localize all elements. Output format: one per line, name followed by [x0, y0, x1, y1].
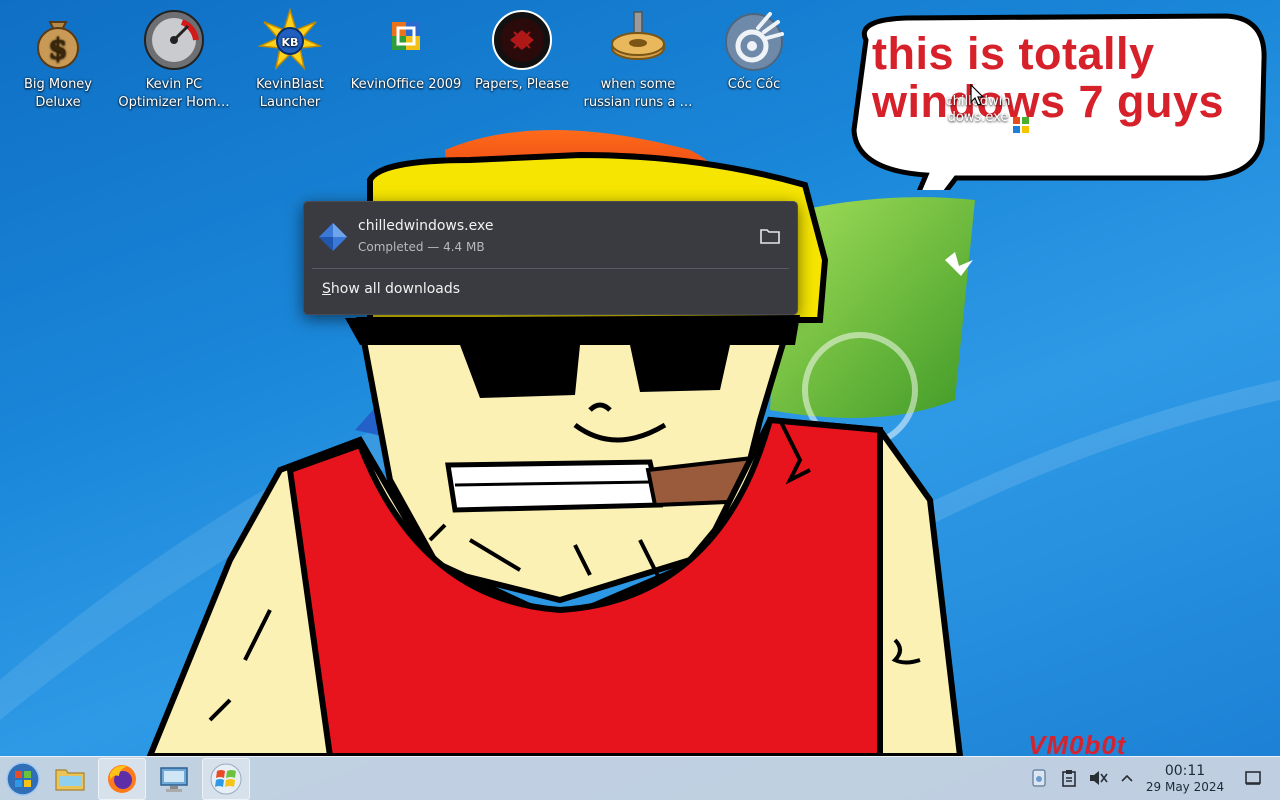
- windows-logo-icon: [210, 763, 242, 795]
- taskbar-file-manager[interactable]: [46, 758, 94, 800]
- download-status: Completed — 4.4 MB: [358, 240, 485, 254]
- mouse-cursor-icon: [970, 84, 984, 106]
- computer-icon: [160, 767, 188, 792]
- desktop: $ Big Money Deluxe Kevin PC Optimizer Ho…: [0, 0, 1280, 756]
- blast-star-icon: KB: [258, 8, 322, 71]
- desktop-icon-russian-runs[interactable]: when some russian runs a …: [580, 8, 696, 112]
- desktop-icon-kevinblast-launcher[interactable]: KB KevinBlast Launcher: [232, 8, 348, 112]
- desktop-icon-label: KevinOffice 2009: [350, 77, 462, 92]
- open-folder-icon[interactable]: [759, 226, 781, 246]
- coccoc-browser-icon: [725, 12, 784, 71]
- start-button[interactable]: [0, 758, 46, 800]
- windows-orb-icon: [6, 762, 40, 796]
- downloads-popup: chilledwindows.exe Completed — 4.4 MB Sh…: [303, 201, 798, 315]
- clock[interactable]: 00:11 29 May 2024: [1140, 763, 1230, 795]
- diamond-file-icon: [319, 223, 347, 251]
- download-file-name: chilledwindows.exe: [358, 218, 494, 234]
- speech-line-1: this is totally: [872, 28, 1155, 79]
- tray-clipboard[interactable]: [1058, 767, 1080, 789]
- folder-icon: [55, 769, 85, 791]
- desktop-icon-label: KevinBlast Launcher: [256, 77, 324, 110]
- desktop-icon-kevinoffice-2009[interactable]: KevinOffice 2009: [348, 8, 464, 94]
- desktop-icon-label: Kevin PC Optimizer Hom…: [118, 77, 230, 110]
- popup-divider: [312, 268, 789, 269]
- svg-text:KB: KB: [282, 36, 299, 49]
- office-icon: [392, 22, 420, 50]
- desktop-icon-label: Papers, Please: [474, 77, 570, 92]
- firefox-icon: [108, 765, 136, 793]
- desktop-icon-label: Big Money Deluxe: [23, 77, 92, 110]
- speech-line-2: windows 7 guys: [872, 76, 1225, 127]
- desktop-icon-label: Cốc Cốc: [727, 77, 781, 92]
- watermark: VM0b0t: [1028, 730, 1127, 756]
- papers-please-icon: [492, 10, 552, 70]
- desktop-icon-coc-coc[interactable]: Cốc Cốc: [696, 8, 812, 94]
- speech-bubble-text: this is totally windows 7 guys: [872, 30, 1252, 126]
- desktop-icons: $ Big Money Deluxe Kevin PC Optimizer Ho…: [0, 0, 800, 120]
- tray-volume[interactable]: [1087, 767, 1109, 789]
- desktop-icon-kevin-pc-optimizer[interactable]: Kevin PC Optimizer Hom…: [116, 8, 232, 112]
- clock-date: 29 May 2024: [1145, 780, 1225, 794]
- desktop-icon-papers-please[interactable]: Papers, Please: [464, 8, 580, 94]
- clipboard-icon: [1062, 770, 1076, 787]
- taskbar-chilledwindows[interactable]: [202, 758, 250, 800]
- taskbar-system-settings[interactable]: [150, 758, 198, 800]
- speedometer-icon: [144, 10, 204, 70]
- tray-updater[interactable]: [1028, 767, 1050, 789]
- volume-muted-icon: [1090, 771, 1108, 785]
- taskbar-firefox[interactable]: [98, 758, 146, 800]
- desktop-icon-label: when some russian runs a …: [583, 77, 693, 110]
- show-desktop-icon: [1245, 771, 1261, 785]
- svg-text:$: $: [48, 32, 67, 65]
- tray-expand[interactable]: [1116, 767, 1138, 789]
- update-notifier-icon: [1032, 769, 1046, 787]
- download-item[interactable]: chilledwindows.exe Completed — 4.4 MB: [304, 202, 797, 268]
- exe-file-icon: [1013, 117, 1029, 133]
- show-all-downloads-button[interactable]: Show all downloads: [322, 281, 460, 297]
- gear-icon: [611, 11, 665, 60]
- show-desktop-button[interactable]: [1242, 767, 1264, 789]
- clock-time: 00:11: [1164, 763, 1206, 779]
- money-bag-icon: $: [37, 21, 79, 69]
- taskbar: 00:11 29 May 2024: [0, 756, 1280, 800]
- desktop-icon-big-money-deluxe[interactable]: $ Big Money Deluxe: [0, 8, 116, 112]
- chevron-up-icon: [1121, 774, 1133, 782]
